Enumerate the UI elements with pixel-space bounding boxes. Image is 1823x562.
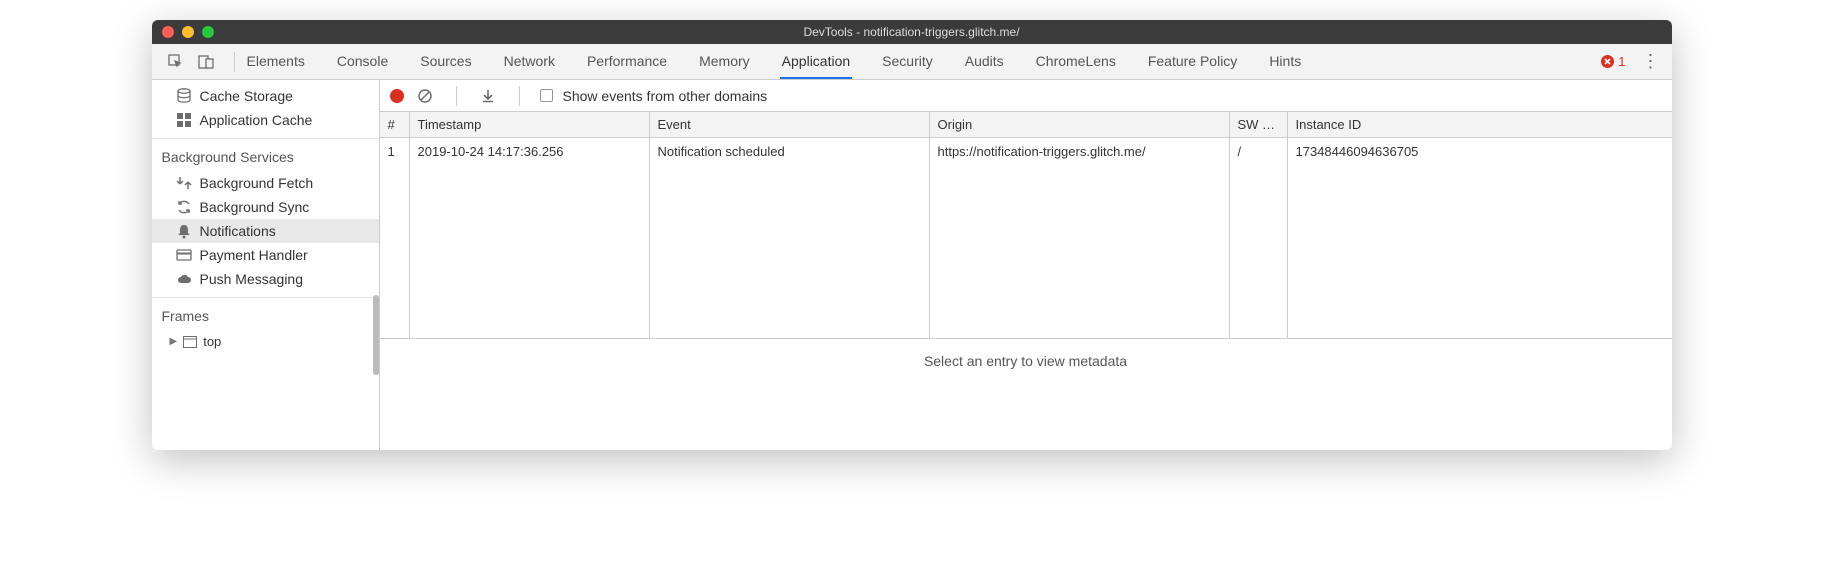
sidebar-item-background-fetch[interactable]: Background Fetch [152,171,379,195]
sidebar-group-frames: Frames [152,297,379,330]
cell-timestamp[interactable]: 2019-10-24 14:17:36.256 [410,138,649,338]
col-header-sw[interactable]: SW … [1230,112,1287,138]
sidebar-item-label: Payment Handler [200,247,308,263]
error-count: 1 [1618,54,1625,69]
device-toolbar-icon[interactable] [194,50,218,74]
sidebar-item-cache-storage[interactable]: Cache Storage [152,84,379,108]
record-button[interactable] [390,89,404,103]
sidebar-item-background-sync[interactable]: Background Sync [152,195,379,219]
tab-audits[interactable]: Audits [963,45,1006,78]
tab-application[interactable]: Application [780,45,853,79]
frame-icon [183,336,197,348]
cell-instance[interactable]: 17348446094636705 [1288,138,1672,338]
tab-feature-policy[interactable]: Feature Policy [1146,45,1239,78]
tab-console[interactable]: Console [335,45,390,78]
fetch-icon [176,175,192,191]
grid-icon [176,112,192,128]
events-toolbar: Show events from other domains [380,80,1672,112]
separator [234,52,235,72]
col-header-timestamp[interactable]: Timestamp [410,112,649,138]
cell-event[interactable]: Notification scheduled [650,138,929,338]
detail-placeholder: Select an entry to view metadata [380,339,1672,450]
sidebar-item-label: Application Cache [200,112,313,128]
panel-body: Cache Storage Application Cache Backgroun… [152,80,1672,450]
database-icon [176,88,192,104]
main-content: Show events from other domains # 1 Times… [380,80,1672,450]
error-counter[interactable]: 1 [1601,54,1625,69]
sync-icon [176,199,192,215]
col-header-instance[interactable]: Instance ID [1288,112,1672,138]
devtools-window: DevTools - notification-triggers.glitch.… [152,20,1672,450]
cell-sw[interactable]: / [1230,138,1287,338]
sidebar-item-push-messaging[interactable]: Push Messaging [152,267,379,291]
col-header-event[interactable]: Event [650,112,929,138]
minimize-window-button[interactable] [182,26,194,38]
events-table: # 1 Timestamp 2019-10-24 14:17:36.256 Ev… [380,112,1672,339]
tab-chromelens[interactable]: ChromeLens [1034,45,1118,78]
panel-tabs: Elements Console Sources Network Performance… [245,45,1304,78]
frames-top-item[interactable]: ▶ top [152,330,379,353]
sidebar-item-label: Push Messaging [200,271,304,287]
main-tabbar: Elements Console Sources Network Performance… [152,44,1672,80]
separator [456,86,457,106]
window-controls [162,26,214,38]
sidebar-item-label: Background Sync [200,199,310,215]
application-sidebar: Cache Storage Application Cache Backgroun… [152,80,380,450]
tab-hints[interactable]: Hints [1267,45,1303,78]
window-title: DevTools - notification-triggers.glitch.… [803,25,1019,39]
sidebar-item-payment-handler[interactable]: Payment Handler [152,243,379,267]
frames-top-label: top [203,334,221,349]
tab-memory[interactable]: Memory [697,45,752,78]
sidebar-group-background-services: Background Services [152,138,379,171]
tabbar-right: 1 ⋮ [1601,51,1659,72]
tab-elements[interactable]: Elements [245,45,307,78]
cell-num[interactable]: 1 [380,138,409,338]
inspect-element-icon[interactable] [164,50,188,74]
tab-sources[interactable]: Sources [418,45,473,78]
download-button[interactable] [477,85,499,107]
tab-security[interactable]: Security [880,45,935,78]
sidebar-item-label: Cache Storage [200,88,293,104]
tab-network[interactable]: Network [502,45,557,78]
separator [519,86,520,106]
show-other-domains-checkbox[interactable] [540,89,553,102]
close-window-button[interactable] [162,26,174,38]
zoom-window-button[interactable] [202,26,214,38]
show-other-domains-label: Show events from other domains [563,88,768,104]
sidebar-scrollbar[interactable] [373,295,379,375]
titlebar: DevTools - notification-triggers.glitch.… [152,20,1672,44]
cloud-icon [176,271,192,287]
more-menu-icon[interactable]: ⋮ [1642,51,1660,72]
card-icon [176,247,192,263]
col-header-origin[interactable]: Origin [930,112,1229,138]
sidebar-item-notifications[interactable]: Notifications [152,219,379,243]
download-icon [481,89,495,103]
disclosure-triangle-icon: ▶ [170,336,178,347]
clear-icon [417,88,433,104]
tab-performance[interactable]: Performance [585,45,669,78]
cell-origin[interactable]: https://notification-triggers.glitch.me/ [930,138,1229,338]
sidebar-item-label: Notifications [200,223,276,239]
col-header-num[interactable]: # [380,112,409,138]
clear-button[interactable] [414,85,436,107]
sidebar-item-label: Background Fetch [200,175,314,191]
sidebar-item-application-cache[interactable]: Application Cache [152,108,379,132]
error-icon [1601,55,1614,68]
bell-icon [176,223,192,239]
